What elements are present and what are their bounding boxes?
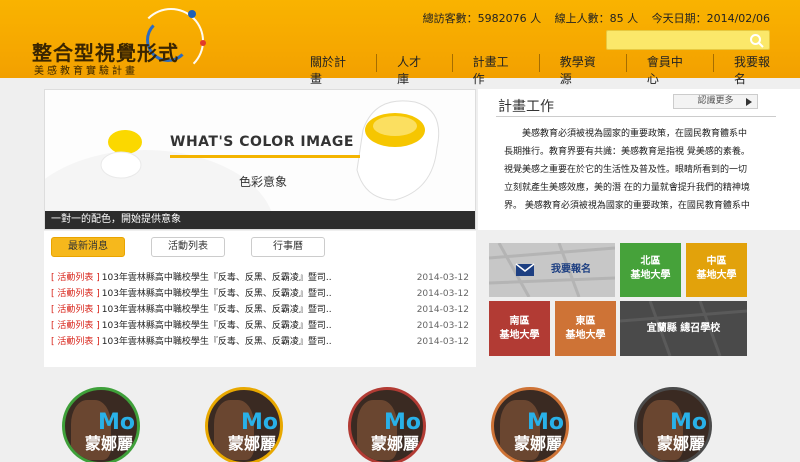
apply-tile[interactable]: 我要報名 bbox=[489, 243, 615, 297]
gallery-label: 蒙娜麗 bbox=[370, 434, 419, 453]
site-header: 整合型視覺形式 美感教育實驗計畫 總訪客數：5982076 人 線上人數：85 … bbox=[0, 0, 800, 86]
site-stats: 總訪客數：5982076 人 線上人數：85 人 今天日期：2014/02/06 bbox=[413, 10, 770, 26]
list-item[interactable]: [ 活動列表 ] 103年雲林縣高中職校學生『反毒、反黑、反霸凌』暨司.. 20… bbox=[51, 302, 469, 318]
news-category[interactable]: [ 活動列表 ] bbox=[51, 318, 100, 334]
tile-label: 基地大學 bbox=[630, 270, 671, 281]
news-category[interactable]: [ 活動列表 ] bbox=[51, 286, 100, 302]
tab-calendar[interactable]: 行事曆 bbox=[251, 237, 325, 257]
gallery-item[interactable]: Mo 蒙娜麗 bbox=[634, 387, 712, 462]
news-category[interactable]: [ 活動列表 ] bbox=[51, 334, 100, 350]
list-item[interactable]: [ 活動列表 ] 103年雲林縣高中職校學生『反毒、反黑、反霸凌』暨司.. 20… bbox=[51, 334, 469, 350]
main-nav: 關於計畫 人才庫 計畫工作 教學資源 會員中心 我要報名 bbox=[296, 54, 800, 86]
banner-subtitle: 色彩意象 bbox=[239, 175, 288, 189]
news-date: 2014-03-12 bbox=[416, 273, 469, 283]
news-title[interactable]: 103年雲林縣高中職校學生『反毒、反黑、反霸凌』暨司.. bbox=[102, 286, 399, 302]
tile-region: 東區 bbox=[575, 316, 596, 327]
learn-more-button[interactable]: 認識更多 bbox=[673, 94, 758, 109]
divider bbox=[496, 116, 776, 117]
center-base-tile[interactable]: 中區 基地大學 bbox=[686, 243, 747, 297]
south-base-tile[interactable]: 南區 基地大學 bbox=[489, 301, 550, 356]
tile-region: 中區 bbox=[706, 256, 727, 267]
gallery-item[interactable]: Mo 蒙娜麗 bbox=[348, 387, 426, 462]
logo-dot-icon bbox=[200, 40, 206, 46]
mail-icon bbox=[515, 263, 535, 276]
east-base-tile[interactable]: 東區 基地大學 bbox=[555, 301, 616, 356]
list-item[interactable]: [ 活動列表 ] 103年雲林縣高中職校學生『反毒、反黑、反霸凌』暨司.. 20… bbox=[51, 270, 469, 286]
logo-dot-icon bbox=[188, 10, 196, 18]
banner-title: WHAT'S COLOR IMAGE bbox=[170, 134, 354, 150]
tile-label: 基地大學 bbox=[499, 330, 540, 341]
gallery-label: 蒙娜麗 bbox=[656, 434, 705, 453]
yilan-tile[interactable]: 宜蘭縣 總召學校 bbox=[620, 301, 747, 356]
nav-apply[interactable]: 我要報名 bbox=[714, 54, 800, 86]
search-input[interactable] bbox=[606, 30, 770, 50]
news-title[interactable]: 103年雲林縣高中職校學生『反毒、反黑、反霸凌』暨司.. bbox=[102, 334, 399, 350]
apply-label[interactable]: 我要報名 bbox=[551, 263, 591, 277]
news-date: 2014-03-12 bbox=[416, 305, 469, 315]
news-panel: 最新消息 活動列表 行事曆 [ 活動列表 ] 103年雲林縣高中職校學生『反毒、… bbox=[44, 231, 476, 367]
news-category[interactable]: [ 活動列表 ] bbox=[51, 270, 100, 286]
gallery-label: 蒙娜麗 bbox=[513, 434, 562, 453]
north-base-tile[interactable]: 北區 基地大學 bbox=[620, 243, 681, 297]
nav-resources[interactable]: 教學資源 bbox=[540, 54, 627, 86]
plan-work-panel: 計畫工作 認識更多 美感教育必須被視為國家的重要政策，在國民教育體系中長期推行。… bbox=[478, 89, 800, 230]
list-item[interactable]: [ 活動列表 ] 103年雲林縣高中職校學生『反毒、反黑、反霸凌』暨司.. 20… bbox=[51, 318, 469, 334]
tab-activities[interactable]: 活動列表 bbox=[151, 237, 225, 257]
news-date: 2014-03-12 bbox=[416, 321, 469, 331]
site-logo-subtitle: 美感教育實驗計畫 bbox=[34, 66, 138, 77]
tab-latest-news[interactable]: 最新消息 bbox=[51, 237, 125, 257]
plan-work-title: 計畫工作 bbox=[498, 99, 554, 115]
tile-region: 北區 bbox=[640, 256, 661, 267]
news-title[interactable]: 103年雲林縣高中職校學生『反毒、反黑、反霸凌』暨司.. bbox=[102, 318, 399, 334]
banner-caption: 一對一的配色，開始提供意象 bbox=[45, 211, 475, 229]
nav-plan-work[interactable]: 計畫工作 bbox=[453, 54, 540, 86]
gallery-item[interactable]: Mo 蒙娜麗 bbox=[205, 387, 283, 462]
tile-region: 南區 bbox=[509, 316, 530, 327]
gallery-item[interactable]: Mo 蒙娜麗 bbox=[491, 387, 569, 462]
news-date: 2014-03-12 bbox=[416, 337, 469, 347]
gallery-label: 蒙娜麗 bbox=[227, 434, 276, 453]
banner-slider[interactable]: WHAT'S COLOR IMAGE 色彩意象 一對一的配色，開始提供意象 bbox=[44, 89, 476, 230]
news-list: [ 活動列表 ] 103年雲林縣高中職校學生『反毒、反黑、反霸凌』暨司.. 20… bbox=[51, 270, 469, 350]
egg-illustration bbox=[45, 100, 440, 229]
list-item[interactable]: [ 活動列表 ] 103年雲林縣高中職校學生『反毒、反黑、反霸凌』暨司.. 20… bbox=[51, 286, 469, 302]
nav-about[interactable]: 關於計畫 bbox=[296, 54, 378, 86]
news-title[interactable]: 103年雲林縣高中職校學生『反毒、反黑、反霸凌』暨司.. bbox=[102, 302, 399, 318]
visitor-count: 總訪客數：5982076 人 bbox=[422, 12, 542, 25]
online-count: 線上人數：85 人 bbox=[554, 12, 639, 25]
nav-member[interactable]: 會員中心 bbox=[627, 54, 714, 86]
today-date: 今天日期：2014/02/06 bbox=[651, 12, 770, 25]
tile-label: 基地大學 bbox=[565, 330, 606, 341]
news-date: 2014-03-12 bbox=[416, 289, 469, 299]
news-category[interactable]: [ 活動列表 ] bbox=[51, 302, 100, 318]
news-tabs: 最新消息 活動列表 行事曆 bbox=[51, 237, 351, 257]
news-title[interactable]: 103年雲林縣高中職校學生『反毒、反黑、反霸凌』暨司.. bbox=[102, 270, 399, 286]
gallery-label: 蒙娜麗 bbox=[84, 434, 133, 453]
banner-divider bbox=[170, 155, 360, 158]
gallery-item[interactable]: Mo 蒙娜麗 bbox=[62, 387, 140, 462]
plan-work-text: 美感教育必須被視為國家的重要政策，在國民教育體系中長期推行。教育界要有共識：美感… bbox=[504, 129, 750, 211]
nav-talent[interactable]: 人才庫 bbox=[377, 54, 453, 86]
tile-label: 宜蘭縣 總召學校 bbox=[646, 323, 721, 334]
search-icon[interactable] bbox=[749, 33, 765, 49]
tile-label: 基地大學 bbox=[696, 270, 737, 281]
